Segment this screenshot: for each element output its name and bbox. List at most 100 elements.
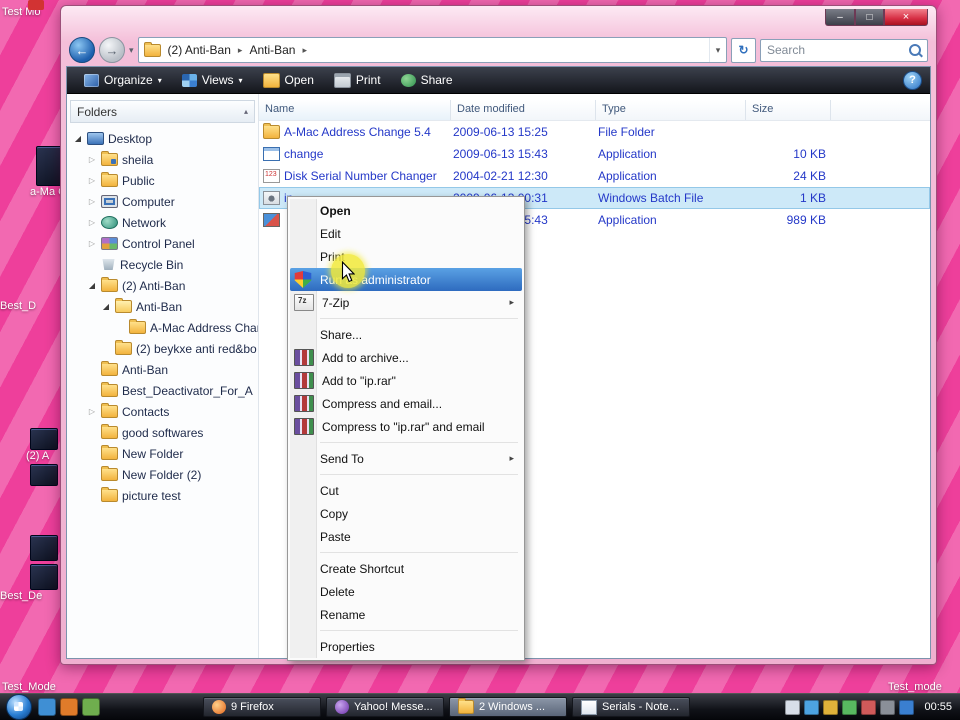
menu-item[interactable]: Delete ▸ (290, 580, 522, 603)
tree-item[interactable]: sheila (67, 149, 258, 170)
breadcrumb-item[interactable]: (2) Anti-Ban ▸ (161, 38, 243, 62)
tray-icon[interactable] (899, 700, 914, 715)
menu-item[interactable]: Share... ▸ (290, 323, 522, 346)
menu-item[interactable]: Open ▸ (290, 199, 522, 222)
menu-item[interactable]: Create Shortcut ▸ (290, 557, 522, 580)
quick-launch-icon[interactable] (82, 698, 100, 716)
menu-item[interactable]: Send To ▸ (290, 447, 522, 470)
tray-icon[interactable] (823, 700, 838, 715)
quick-launch-icon[interactable] (60, 698, 78, 716)
back-button[interactable]: ← (69, 37, 95, 63)
close-button[interactable]: × (884, 9, 928, 26)
tree-item[interactable]: Network (67, 212, 258, 233)
desktop-icon[interactable] (30, 464, 58, 486)
column-headers: NameDate modifiedTypeSize (259, 100, 930, 121)
menu-item[interactable]: Add to archive... ▸ (290, 346, 522, 369)
expand-icon[interactable] (87, 197, 97, 206)
desktop-icon[interactable] (30, 564, 58, 590)
expand-icon[interactable] (87, 218, 97, 227)
tree-item[interactable]: Contacts (67, 401, 258, 422)
file-row[interactable]: change 2009-06-13 15:43 Application 10 K… (259, 143, 930, 165)
icon-slot (294, 529, 312, 544)
breadcrumb[interactable]: (2) Anti-Ban ▸ Anti-Ban ▸ ▾ (138, 37, 727, 63)
toolbar-button[interactable]: Share ▾ (392, 70, 462, 90)
tray-icon[interactable] (842, 700, 857, 715)
menu-item[interactable]: Cut ▸ (290, 479, 522, 502)
history-dropdown-icon[interactable]: ▾ (129, 45, 134, 56)
forward-button[interactable]: → (99, 37, 125, 63)
toolbar-button[interactable]: Views ▾ (173, 70, 252, 90)
desktop-icon[interactable] (30, 535, 58, 561)
tree-item[interactable]: Best_Deactivator_For_A (67, 380, 258, 401)
expand-icon[interactable] (87, 239, 97, 248)
expand-icon[interactable] (101, 302, 111, 311)
file-row[interactable]: Disk Serial Number Changer 2004-02-21 12… (259, 165, 930, 187)
tree-item[interactable]: (2) Anti-Ban (67, 275, 258, 296)
titlebar[interactable]: – □ × (61, 6, 936, 34)
taskbar-button[interactable]: Yahoo! Messe... (326, 697, 444, 717)
desktop-icon (87, 132, 104, 145)
tree-item[interactable]: Anti-Ban (67, 359, 258, 380)
menu-item[interactable]: Paste ▸ (290, 525, 522, 548)
tray-icon[interactable] (880, 700, 895, 715)
column-header[interactable]: Name (259, 100, 451, 120)
tray-icon[interactable] (861, 700, 876, 715)
toolbar-button[interactable]: Print ▾ (325, 70, 390, 91)
maximize-button[interactable]: □ (855, 9, 884, 26)
desktop-icon[interactable] (30, 428, 58, 450)
tree-item[interactable]: New Folder (2) (67, 464, 258, 485)
quick-launch-icon[interactable] (38, 698, 56, 716)
column-header[interactable]: Size (746, 100, 831, 120)
column-header[interactable]: Date modified (451, 100, 596, 120)
expand-icon[interactable] (87, 281, 97, 290)
tray-icon[interactable] (804, 700, 819, 715)
menu-item: ▸ (290, 548, 522, 557)
taskbar-button[interactable]: 9 Firefox (203, 697, 321, 717)
menu-item[interactable]: Add to "ip.rar" ▸ (290, 369, 522, 392)
expand-icon[interactable] (87, 155, 97, 164)
menu-item[interactable]: 7-Zip ▸ (290, 291, 522, 314)
tree-item[interactable]: New Folder (67, 443, 258, 464)
collapse-chevron-icon[interactable]: ▴ (244, 107, 248, 116)
tree-item[interactable]: Public (67, 170, 258, 191)
expand-icon[interactable] (73, 134, 83, 143)
search-icon[interactable] (909, 44, 921, 56)
start-button[interactable] (6, 694, 32, 720)
menu-item[interactable]: Edit ▸ (290, 222, 522, 245)
menu-item[interactable]: Compress to "ip.rar" and email ▸ (290, 415, 522, 438)
tree-item[interactable]: A-Mac Address Char (67, 317, 258, 338)
toolbar-button[interactable]: Open ▾ (254, 70, 323, 91)
menu-item[interactable]: Print ▸ (290, 245, 522, 268)
refresh-button[interactable]: ↻ (731, 38, 756, 63)
minimize-button[interactable]: – (825, 9, 855, 26)
menu-item[interactable]: Properties ▸ (290, 635, 522, 658)
clock[interactable]: 00:55 (924, 701, 952, 713)
toolbar-button[interactable]: Organize ▾ (75, 70, 171, 90)
tree-item[interactable]: Recycle Bin (67, 254, 258, 275)
taskbar-button[interactable]: 2 Windows ... (449, 697, 567, 717)
tree-item[interactable]: Anti-Ban (67, 296, 258, 317)
tray-icon[interactable] (785, 700, 800, 715)
file-row[interactable]: A-Mac Address Change 5.4 2009-06-13 15:2… (259, 121, 930, 143)
folders-header[interactable]: Folders ▴ (70, 100, 255, 123)
tree-item[interactable]: (2) beykxe anti red&bo (67, 338, 258, 359)
menu-item[interactable]: Copy ▸ (290, 502, 522, 525)
folder-icon (129, 321, 146, 334)
breadcrumb-item[interactable]: Anti-Ban ▸ (242, 38, 307, 62)
address-dropdown-icon[interactable]: ▾ (709, 38, 726, 62)
tree-item[interactable]: Control Panel (67, 233, 258, 254)
expand-icon[interactable] (87, 176, 97, 185)
tree-item[interactable]: good softwares (67, 422, 258, 443)
menu-item[interactable]: Rename ▸ (290, 603, 522, 626)
menu-item[interactable]: Compress and email... ▸ (290, 392, 522, 415)
tree-item[interactable]: Desktop (67, 128, 258, 149)
tree-item[interactable]: Computer (67, 191, 258, 212)
batch-icon (263, 191, 280, 205)
search-input[interactable]: Search (760, 39, 928, 62)
expand-icon[interactable] (87, 407, 97, 416)
tree-item[interactable]: picture test (67, 485, 258, 506)
column-header[interactable]: Type (596, 100, 746, 120)
taskbar-button[interactable]: Serials - Notep... (572, 697, 690, 717)
menu-item[interactable]: Run as administrator ▸ (290, 268, 522, 291)
help-button[interactable]: ? (903, 71, 922, 90)
